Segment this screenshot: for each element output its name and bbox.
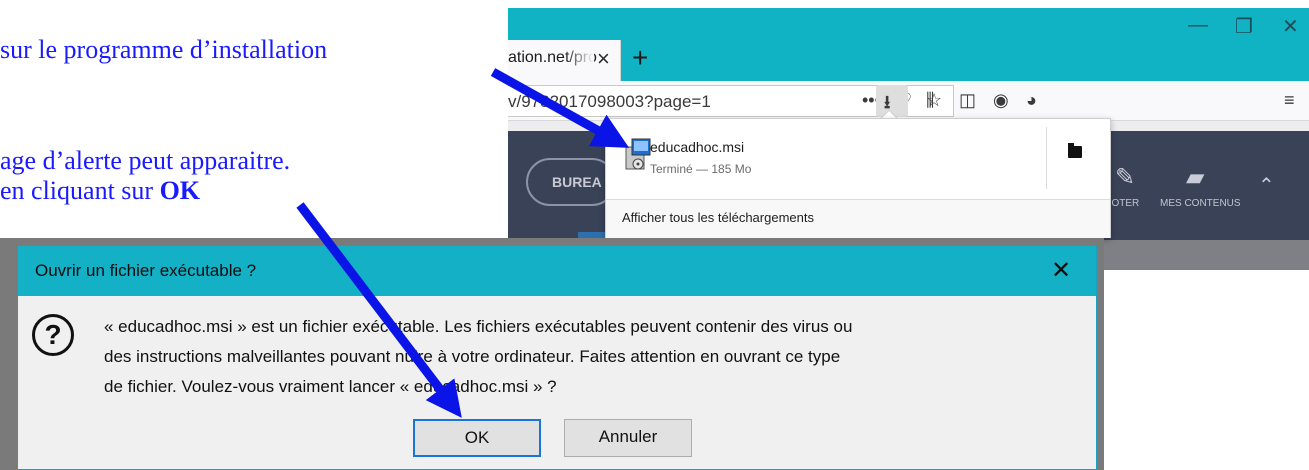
dialog-message-line-1: « educadhoc.msi » est un fichier exécuta… xyxy=(104,317,853,336)
site-nav-button[interactable]: BUREA xyxy=(526,158,616,206)
extension-icon[interactable]: ◕ xyxy=(1026,90,1037,111)
show-all-downloads-button[interactable]: Afficher tous les téléchargements xyxy=(606,199,1110,238)
instruction-line-1: sur le programme d’installation xyxy=(0,35,328,64)
dialog-title: Ouvrir un fichier exécutable ? xyxy=(35,261,257,280)
tab-close-icon[interactable]: × xyxy=(597,46,610,72)
browser-tab[interactable]: ation.net/pro × xyxy=(508,40,621,81)
menu-icon[interactable]: ≡ xyxy=(1284,90,1295,111)
dialog-titlebar: Ouvrir un fichier exécutable ? ✕ xyxy=(18,246,1096,296)
browser-titlebar: ation.net/pro × + — ❐ ✕ xyxy=(508,8,1309,81)
executable-warning-dialog: Ouvrir un fichier exécutable ? ✕ ? « edu… xyxy=(17,245,1097,470)
cancel-button[interactable]: Annuler xyxy=(564,419,692,457)
dialog-message-line-3: de fichier. Voulez-vous vraiment lancer … xyxy=(104,377,557,396)
dialog-message-line-2: des instructions malveillantes pouvant n… xyxy=(104,347,841,366)
pencil-icon[interactable]: ✎ xyxy=(1115,163,1135,192)
my-contents-label[interactable]: MES CONTENUS xyxy=(1160,198,1241,209)
instruction-line-2: age d’alerte peut apparaitre. xyxy=(0,146,291,175)
chevron-up-icon[interactable]: ⌃ xyxy=(1258,173,1275,198)
folder-icon[interactable]: ▰ xyxy=(1186,163,1204,192)
minimize-button[interactable]: — xyxy=(1188,14,1208,37)
download-file-name: educadhoc.msi xyxy=(650,139,745,155)
download-status: Terminé — 185 Mo xyxy=(650,162,752,176)
close-window-button[interactable]: ✕ xyxy=(1282,14,1299,39)
question-icon: ? xyxy=(32,314,74,356)
navigation-toolbar: v/9782017098003?page=1 ••• ♡ ☆ ⭳ ⫼ ◫ ◉ ◕… xyxy=(508,81,1309,121)
instruction-ok-word: OK xyxy=(159,176,201,205)
open-folder-icon[interactable] xyxy=(1068,143,1082,158)
instruction-line-3-text: en cliquant sur xyxy=(0,176,160,205)
library-icon[interactable]: ⫼ xyxy=(926,90,934,111)
instruction-line-3: en cliquant sur OK xyxy=(0,176,200,206)
dialog-close-icon[interactable]: ✕ xyxy=(1051,256,1071,285)
sidebar-icon[interactable]: ◫ xyxy=(959,90,976,111)
restore-button[interactable]: ❐ xyxy=(1235,14,1253,39)
downloads-panel: educadhoc.msi Terminé — 185 Mo Afficher … xyxy=(605,118,1111,238)
url-text: v/9782017098003?page=1 xyxy=(508,92,711,111)
new-tab-button[interactable]: + xyxy=(632,44,648,72)
account-icon[interactable]: ◉ xyxy=(993,90,1009,111)
ok-button[interactable]: OK xyxy=(413,419,541,457)
